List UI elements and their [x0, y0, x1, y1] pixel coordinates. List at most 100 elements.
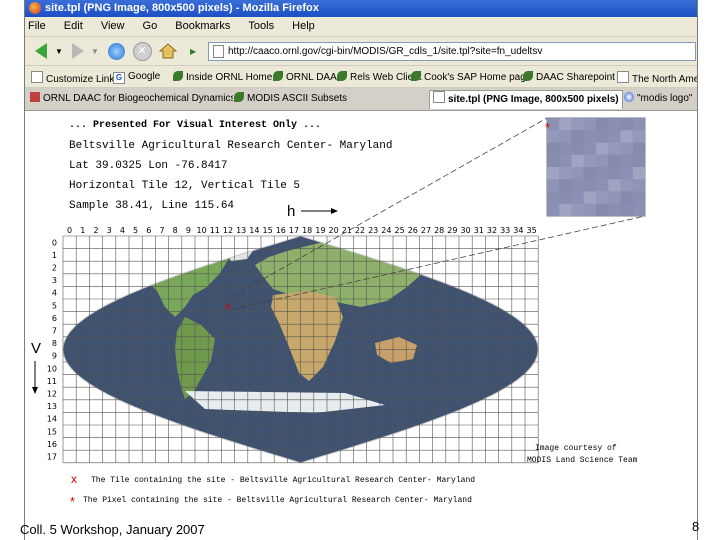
menu-edit[interactable]: Edit — [64, 20, 83, 32]
zoom-pixel — [559, 191, 572, 204]
zoom-pixel — [620, 179, 633, 192]
leaf-icon — [337, 71, 347, 81]
h-tick-label: 22 — [355, 226, 365, 235]
back-dropdown-button[interactable]: ▼ — [55, 41, 63, 61]
zoom-pixel — [571, 118, 584, 131]
legend-pixel-symbol: * — [70, 494, 75, 509]
v-tick-label: 15 — [47, 427, 57, 436]
v-tick-label: 7 — [52, 327, 57, 336]
bookmark-north-america[interactable]: The North America — [617, 71, 697, 85]
menu-bookmarks[interactable]: Bookmarks — [175, 20, 230, 32]
menu-tools[interactable]: Tools — [248, 20, 274, 32]
tab-site-image[interactable]: site.tpl (PNG Image, 800x500 pixels) — [429, 90, 623, 109]
forward-button[interactable] — [67, 41, 89, 61]
h-tick-label: 2 — [93, 226, 98, 235]
google-icon: G — [113, 72, 125, 84]
h-tick-label: 16 — [276, 226, 286, 235]
bookmark-customize-links[interactable]: Customize Links — [31, 71, 119, 85]
menu-help[interactable]: Help — [292, 20, 315, 32]
lat-lon-text: Lat 39.0325 Lon -76.8417 — [69, 160, 227, 172]
h-tick-label: 26 — [408, 226, 418, 235]
zoom-pixel — [632, 118, 646, 131]
h-tick-label: 6 — [146, 226, 151, 235]
v-tick-label: 16 — [47, 440, 57, 449]
tab-ornl-daac[interactable]: ORNL DAAC for Biogeochemical Dynamics — [27, 90, 233, 108]
zoom-pixel — [559, 142, 572, 155]
zoom-pixel — [632, 154, 646, 168]
menu-go[interactable]: Go — [143, 20, 158, 32]
h-axis-label: h — [287, 203, 295, 220]
h-tick-label: 18 — [302, 226, 312, 235]
leaf-icon — [273, 71, 283, 81]
back-arrow-icon — [35, 43, 47, 59]
h-tick-label: 12 — [223, 226, 233, 235]
zoom-pixel — [571, 130, 584, 143]
leaf-icon — [523, 71, 533, 81]
v-tick-label: 9 — [52, 352, 57, 361]
v-tick-label: 1 — [52, 251, 57, 260]
zoom-pixel — [632, 179, 646, 192]
slide-page-number: 8 — [692, 519, 700, 534]
stop-icon: ✕ — [132, 41, 152, 61]
zoom-pixel — [596, 142, 609, 155]
zoom-pixel — [632, 191, 646, 204]
ornl-logo-icon — [30, 92, 40, 102]
h-tick-label: 17 — [289, 226, 299, 235]
page-icon — [617, 71, 629, 83]
leaf-icon — [173, 71, 183, 81]
zoom-pixel — [583, 203, 597, 217]
h-tick-label: 32 — [487, 226, 497, 235]
sample-line-text: Sample 38.41, Line 115.64 — [69, 200, 234, 212]
v-tick-label: 3 — [52, 276, 57, 285]
h-tick-label: 8 — [173, 226, 178, 235]
page-content: ... Presented For Visual Interest Only .… — [25, 111, 697, 540]
navigation-toolbar: ▼ ▼ ✕ ▸ http://caaco.ornl.gov/cgi-bin/MO… — [25, 37, 697, 66]
home-icon — [159, 43, 177, 59]
h-tick-label: 27 — [421, 226, 431, 235]
v-axis-label: V — [31, 340, 41, 357]
tab-modis-logo[interactable]: "modis logo" — [621, 90, 697, 108]
url-input[interactable]: http://caaco.ornl.gov/cgi-bin/MODIS/GR_c… — [208, 42, 696, 61]
v-tick-label: 5 — [52, 301, 57, 310]
zoom-pixel — [583, 167, 597, 180]
zoom-pixel — [608, 167, 621, 180]
h-tick-label: 11 — [210, 226, 220, 235]
h-tick-label: 20 — [329, 226, 339, 235]
pixel-zoom-cells — [547, 118, 646, 217]
zoom-pixel — [559, 118, 572, 131]
reload-button[interactable] — [105, 41, 127, 61]
zoom-pixel — [596, 179, 609, 192]
tile-text: Horizontal Tile 12, Vertical Tile 5 — [69, 180, 300, 192]
go-button[interactable]: ▸ — [183, 41, 203, 61]
tab-modis-ascii[interactable]: MODIS ASCII Subsets — [231, 90, 433, 108]
window-title: site.tpl (PNG Image, 800x500 pixels) - M… — [45, 2, 319, 14]
bookmark-google[interactable]: G Google — [113, 71, 160, 84]
h-tick-label: 5 — [133, 226, 138, 235]
zoom-pixel — [571, 191, 584, 204]
h-tick-label: 14 — [249, 226, 259, 235]
v-tick-label: 0 — [52, 238, 57, 247]
menu-view[interactable]: View — [101, 20, 125, 32]
v-tick-label: 8 — [52, 339, 57, 348]
browser-window: site.tpl (PNG Image, 800x500 pixels) - M… — [24, 0, 698, 540]
bookmark-sap[interactable]: Cook's SAP Home page — [411, 71, 531, 83]
bookmark-inside-ornl[interactable]: Inside ORNL Home — [173, 71, 272, 83]
bookmark-rels[interactable]: Rels Web Client — [337, 71, 422, 83]
bookmark-ornl-daac[interactable]: ORNL DAAC — [273, 71, 344, 83]
zoom-pixel — [547, 179, 560, 192]
stop-button[interactable]: ✕ — [131, 41, 153, 61]
h-tick-label: 31 — [474, 226, 484, 235]
zoom-pixel — [620, 167, 633, 180]
zoom-pixel — [547, 203, 560, 217]
leaf-icon — [234, 92, 244, 102]
home-button[interactable] — [157, 41, 179, 61]
zoom-pixel — [547, 154, 560, 168]
h-tick-label: 19 — [315, 226, 325, 235]
menu-file[interactable]: File — [28, 20, 46, 32]
zoom-pixel — [608, 203, 621, 217]
page-icon — [31, 71, 43, 83]
forward-dropdown-button[interactable]: ▼ — [91, 41, 99, 61]
forward-arrow-icon — [72, 43, 84, 59]
back-button[interactable] — [30, 41, 52, 61]
bookmark-sharepoint[interactable]: DAAC Sharepoint — [523, 71, 615, 83]
